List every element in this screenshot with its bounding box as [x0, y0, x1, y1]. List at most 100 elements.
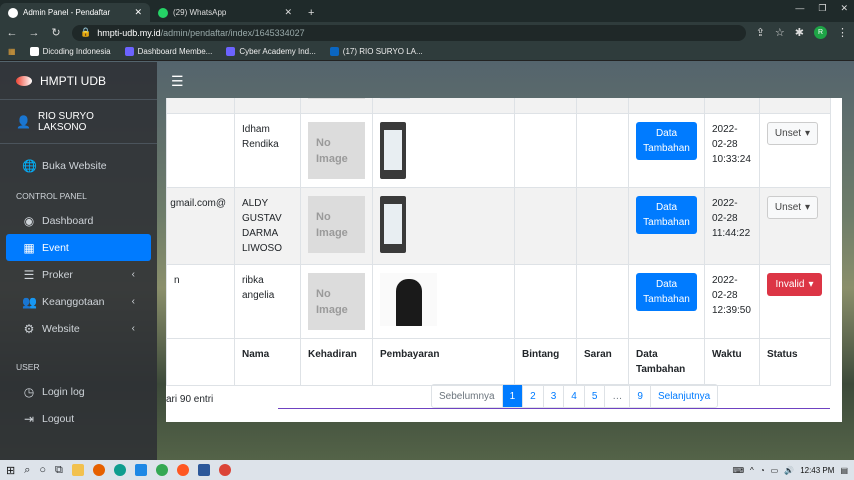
window-controls: — ❐ ✕ — [795, 3, 848, 14]
column-header-data-tambahan: Data Tambahan — [628, 338, 705, 386]
table-footer-row: Nama Kehadiran Pembayaran Bintang Saran … — [166, 338, 831, 386]
brand-logo-icon — [16, 75, 32, 86]
firefox-icon[interactable] — [92, 464, 105, 476]
browser-icon[interactable] — [176, 464, 189, 476]
notification-icon[interactable]: ▤ — [840, 466, 848, 475]
data-tambahan-button[interactable]: Data Tambahan — [636, 122, 697, 160]
dashboard-icon: ◉ — [23, 213, 35, 228]
payment-photo-image[interactable] — [380, 273, 437, 326]
site-favicon-icon — [8, 7, 18, 18]
bookmark-cyber-academy[interactable]: Cyber Academy Ind... — [226, 47, 316, 56]
pagination-page-1[interactable]: 1 — [501, 385, 523, 407]
pagination-page-4[interactable]: 4 — [563, 385, 584, 407]
sidebar-item-dashboard[interactable]: ◉ Dashboard — [6, 207, 151, 234]
email-cell: @gmail.com — [166, 187, 235, 265]
no-image-placeholder: No Image — [308, 122, 365, 179]
bookmark-label: Dashboard Membe... — [137, 47, 213, 56]
pagination-page-9[interactable]: 9 — [629, 385, 650, 407]
status-label: Unset — [774, 128, 802, 139]
bookmark-label: Dicoding Indonesia — [42, 47, 111, 56]
sidebar: HMPTI UDB 👤 RIO SURYO LAKSONO 🌐 Buka Web… — [0, 62, 157, 460]
bookmark-dicoding[interactable]: Dicoding Indonesia — [29, 47, 111, 56]
star-icon[interactable]: ☆ — [775, 26, 785, 39]
shield-icon — [124, 47, 134, 56]
word-icon[interactable] — [197, 464, 210, 476]
registrants-card: Idham Rendika No Image Data Tambahan 202… — [166, 98, 842, 422]
profile-avatar[interactable]: R — [814, 26, 827, 39]
brand-link[interactable]: HMPTI UDB — [0, 62, 157, 100]
file-explorer-icon[interactable] — [71, 464, 84, 476]
status-dropdown[interactable]: Invalid ▾ — [767, 273, 822, 296]
waktu-cell: 2022-02-28 12:39:50 — [704, 264, 760, 339]
payment-screenshot-image[interactable] — [380, 122, 406, 179]
reload-icon[interactable]: ↻ — [50, 26, 62, 39]
close-window-icon[interactable]: ✕ — [840, 3, 848, 14]
tab-title: Admin Panel - Pendaftar — [23, 8, 111, 17]
sidebar-item-label: Buka Website — [42, 159, 107, 172]
close-tab-icon[interactable]: ✕ — [134, 7, 142, 18]
pagination-page-3[interactable]: 3 — [542, 385, 564, 407]
task-view-icon[interactable]: ⧉ — [55, 464, 63, 477]
sidebar-item-website[interactable]: ⚙ Website ‹ — [6, 315, 151, 342]
wifi-icon[interactable]: ◔ — [760, 466, 765, 475]
sign-out-icon: ⇥ — [23, 411, 35, 426]
battery-icon[interactable]: ▭ — [771, 466, 779, 475]
chevron-up-icon[interactable]: ^ — [750, 466, 754, 475]
column-header-waktu: Waktu — [704, 338, 760, 386]
pagination-page-2[interactable]: 2 — [522, 385, 543, 407]
menu-dots-icon[interactable]: ⋮ — [837, 26, 848, 39]
user-panel[interactable]: 👤 RIO SURYO LAKSONO — [0, 100, 157, 144]
keyboard-icon[interactable]: ⌨ — [733, 466, 745, 475]
speaker-icon[interactable]: 🔊 — [784, 466, 794, 475]
sidebar-item-label: Website — [42, 322, 80, 335]
chrome-active-icon[interactable] — [218, 464, 231, 476]
pagination-page-5[interactable]: 5 — [583, 385, 605, 407]
data-tambahan-button[interactable]: Data Tambahan — [636, 196, 697, 234]
clock[interactable]: 12:43 PM — [800, 466, 834, 475]
chevron-left-icon: ‹ — [131, 323, 135, 334]
sidebar-item-event[interactable]: ▦ Event — [6, 234, 151, 261]
extensions-icon[interactable]: ✱ — [795, 26, 804, 39]
sidebar-item-keanggotaan[interactable]: 👥 Keanggotaan ‹ — [6, 288, 151, 315]
bookmark-dashboard[interactable]: Dashboard Membe... — [124, 47, 213, 56]
sidebar-item-buka-website[interactable]: 🌐 Buka Website — [6, 152, 151, 179]
chevron-left-icon: ‹ — [131, 296, 135, 307]
status-dropdown[interactable]: Unset ▾ — [767, 196, 818, 219]
saran-cell — [576, 113, 629, 188]
sidebar-item-logout[interactable]: ⇥ Logout — [6, 405, 151, 432]
column-header-saran: Saran — [576, 338, 629, 386]
pagination-previous[interactable]: Sebelumnya — [432, 385, 502, 407]
sidebar-item-proker[interactable]: ☰ Proker ‹ — [6, 261, 151, 288]
bookmark-label: (17) RIO SURYO LA... — [342, 47, 423, 56]
edge-icon[interactable] — [113, 464, 126, 476]
sidebar-item-login-log[interactable]: ◷ Login log — [6, 378, 151, 405]
search-icon[interactable]: ⌕ — [24, 464, 30, 477]
payment-screenshot-image[interactable] — [380, 196, 406, 253]
pagination-next[interactable]: Selanjutnya — [649, 385, 717, 407]
back-icon[interactable]: ← — [6, 27, 18, 39]
cortana-icon[interactable]: ○ — [39, 464, 46, 476]
close-tab-icon[interactable]: ✕ — [284, 7, 292, 18]
vscode-icon[interactable] — [134, 464, 147, 476]
forward-icon[interactable]: → — [28, 27, 40, 39]
minimize-icon[interactable]: — — [795, 3, 804, 14]
nama-cell: ALDY GUSTAV DARMA LIWOSO — [234, 187, 301, 265]
tab-admin-panel[interactable]: Admin Panel - Pendaftar ✕ — [0, 3, 150, 22]
data-tambahan-button[interactable]: Data Tambahan — [636, 273, 697, 311]
windows-start-icon[interactable]: ⊞ — [6, 464, 15, 477]
hamburger-menu-icon[interactable]: ☰ — [171, 73, 184, 90]
bintang-cell — [514, 187, 577, 265]
dicoding-icon — [29, 47, 39, 56]
status-dropdown[interactable]: Unset ▾ — [767, 122, 818, 145]
chrome-icon[interactable] — [155, 464, 168, 476]
share-icon[interactable]: ⇪ — [756, 26, 765, 39]
url-path: /admin/pendaftar/index/1645334027 — [160, 27, 305, 38]
tab-whatsapp[interactable]: (29) WhatsApp ✕ — [150, 3, 300, 22]
maximize-icon[interactable]: ❐ — [818, 3, 826, 14]
new-tab-button[interactable]: + — [300, 7, 322, 22]
url-field[interactable]: 🔒 hmpti-udb.my.id/admin/pendaftar/index/… — [72, 24, 746, 41]
apps-grid-icon[interactable]: ▦ — [8, 47, 16, 56]
table-row — [166, 98, 831, 114]
user-name: RIO SURYO LAKSONO — [38, 110, 94, 133]
bookmark-linkedin[interactable]: (17) RIO SURYO LA... — [329, 47, 423, 56]
